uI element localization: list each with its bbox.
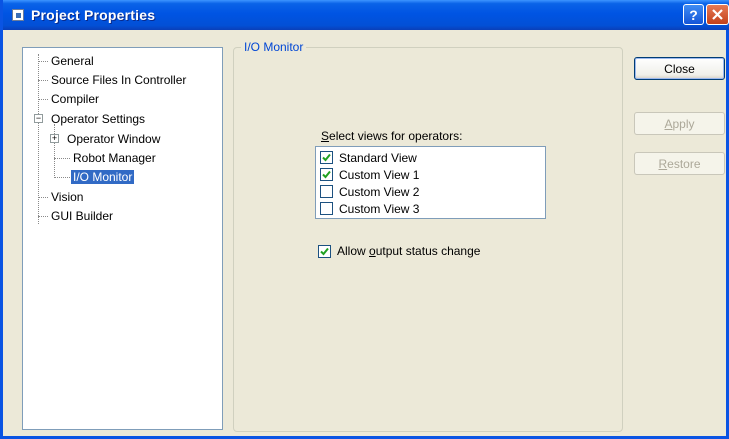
tree-line: [38, 61, 48, 62]
restore-button[interactable]: Restore: [634, 152, 725, 175]
list-item-label: Custom View 3: [339, 201, 420, 216]
window-icon: [12, 9, 24, 21]
operator-views-list[interactable]: Standard View Custom View 1 Custom View …: [315, 146, 546, 219]
tree-item-io-monitor[interactable]: I/O Monitor: [71, 169, 135, 185]
window-close-button[interactable]: [706, 4, 729, 25]
tree-item-source-files[interactable]: Source Files In Controller: [49, 72, 188, 88]
help-button[interactable]: ?: [683, 4, 704, 25]
tree-line: [38, 80, 48, 81]
close-button[interactable]: Close: [634, 57, 725, 80]
checkbox[interactable]: [320, 151, 333, 164]
tree-line: [38, 197, 48, 198]
title-bar[interactable]: Project Properties ?: [3, 0, 729, 30]
allow-output-checkbox[interactable]: [318, 244, 331, 258]
tree-item-gui-builder[interactable]: GUI Builder: [49, 208, 115, 224]
window-title: Project Properties: [31, 7, 156, 23]
list-item-custom-view-1[interactable]: Custom View 1: [320, 166, 419, 183]
group-title: I/O Monitor: [241, 40, 307, 54]
tree-line: [54, 177, 70, 178]
checkmark-icon: [322, 170, 331, 179]
expand-icon[interactable]: +: [50, 134, 59, 143]
tree-item-compiler[interactable]: Compiler: [49, 91, 101, 107]
collapse-icon[interactable]: −: [34, 114, 43, 123]
io-monitor-group: [233, 47, 623, 432]
list-item-label: Custom View 2: [339, 184, 420, 199]
checkbox[interactable]: [320, 202, 333, 215]
tree-item-vision[interactable]: Vision: [49, 189, 85, 205]
checkmark-icon: [320, 247, 329, 255]
allow-output-status-change[interactable]: Allow output status change: [318, 244, 480, 258]
allow-output-label: Allow output status change: [337, 244, 481, 258]
apply-button[interactable]: Apply: [634, 112, 725, 135]
tree-item-robot-manager[interactable]: Robot Manager: [71, 150, 158, 166]
list-item-standard-view[interactable]: Standard View: [320, 149, 417, 166]
list-item-custom-view-2[interactable]: Custom View 2: [320, 183, 419, 200]
tree-item-operator-window[interactable]: Operator Window: [65, 131, 162, 147]
tree-line: [38, 99, 48, 100]
checkbox[interactable]: [320, 168, 333, 181]
tree-line: [54, 158, 70, 159]
views-label: Select views for operators:: [321, 129, 463, 143]
list-item-label: Custom View 1: [339, 167, 420, 182]
list-item-label: Standard View: [339, 150, 417, 165]
tree-item-operator-settings[interactable]: Operator Settings: [49, 111, 147, 127]
question-mark-icon: ?: [689, 6, 698, 23]
settings-tree[interactable]: − + General Source Files In Controller C…: [22, 47, 223, 430]
checkbox[interactable]: [320, 185, 333, 198]
tree-line: [38, 216, 48, 217]
tree-item-general[interactable]: General: [49, 53, 96, 69]
list-item-custom-view-3[interactable]: Custom View 3: [320, 200, 419, 217]
project-properties-dialog: Project Properties ? − + General Source …: [0, 0, 729, 439]
close-icon: [712, 9, 723, 20]
checkmark-icon: [322, 153, 331, 162]
